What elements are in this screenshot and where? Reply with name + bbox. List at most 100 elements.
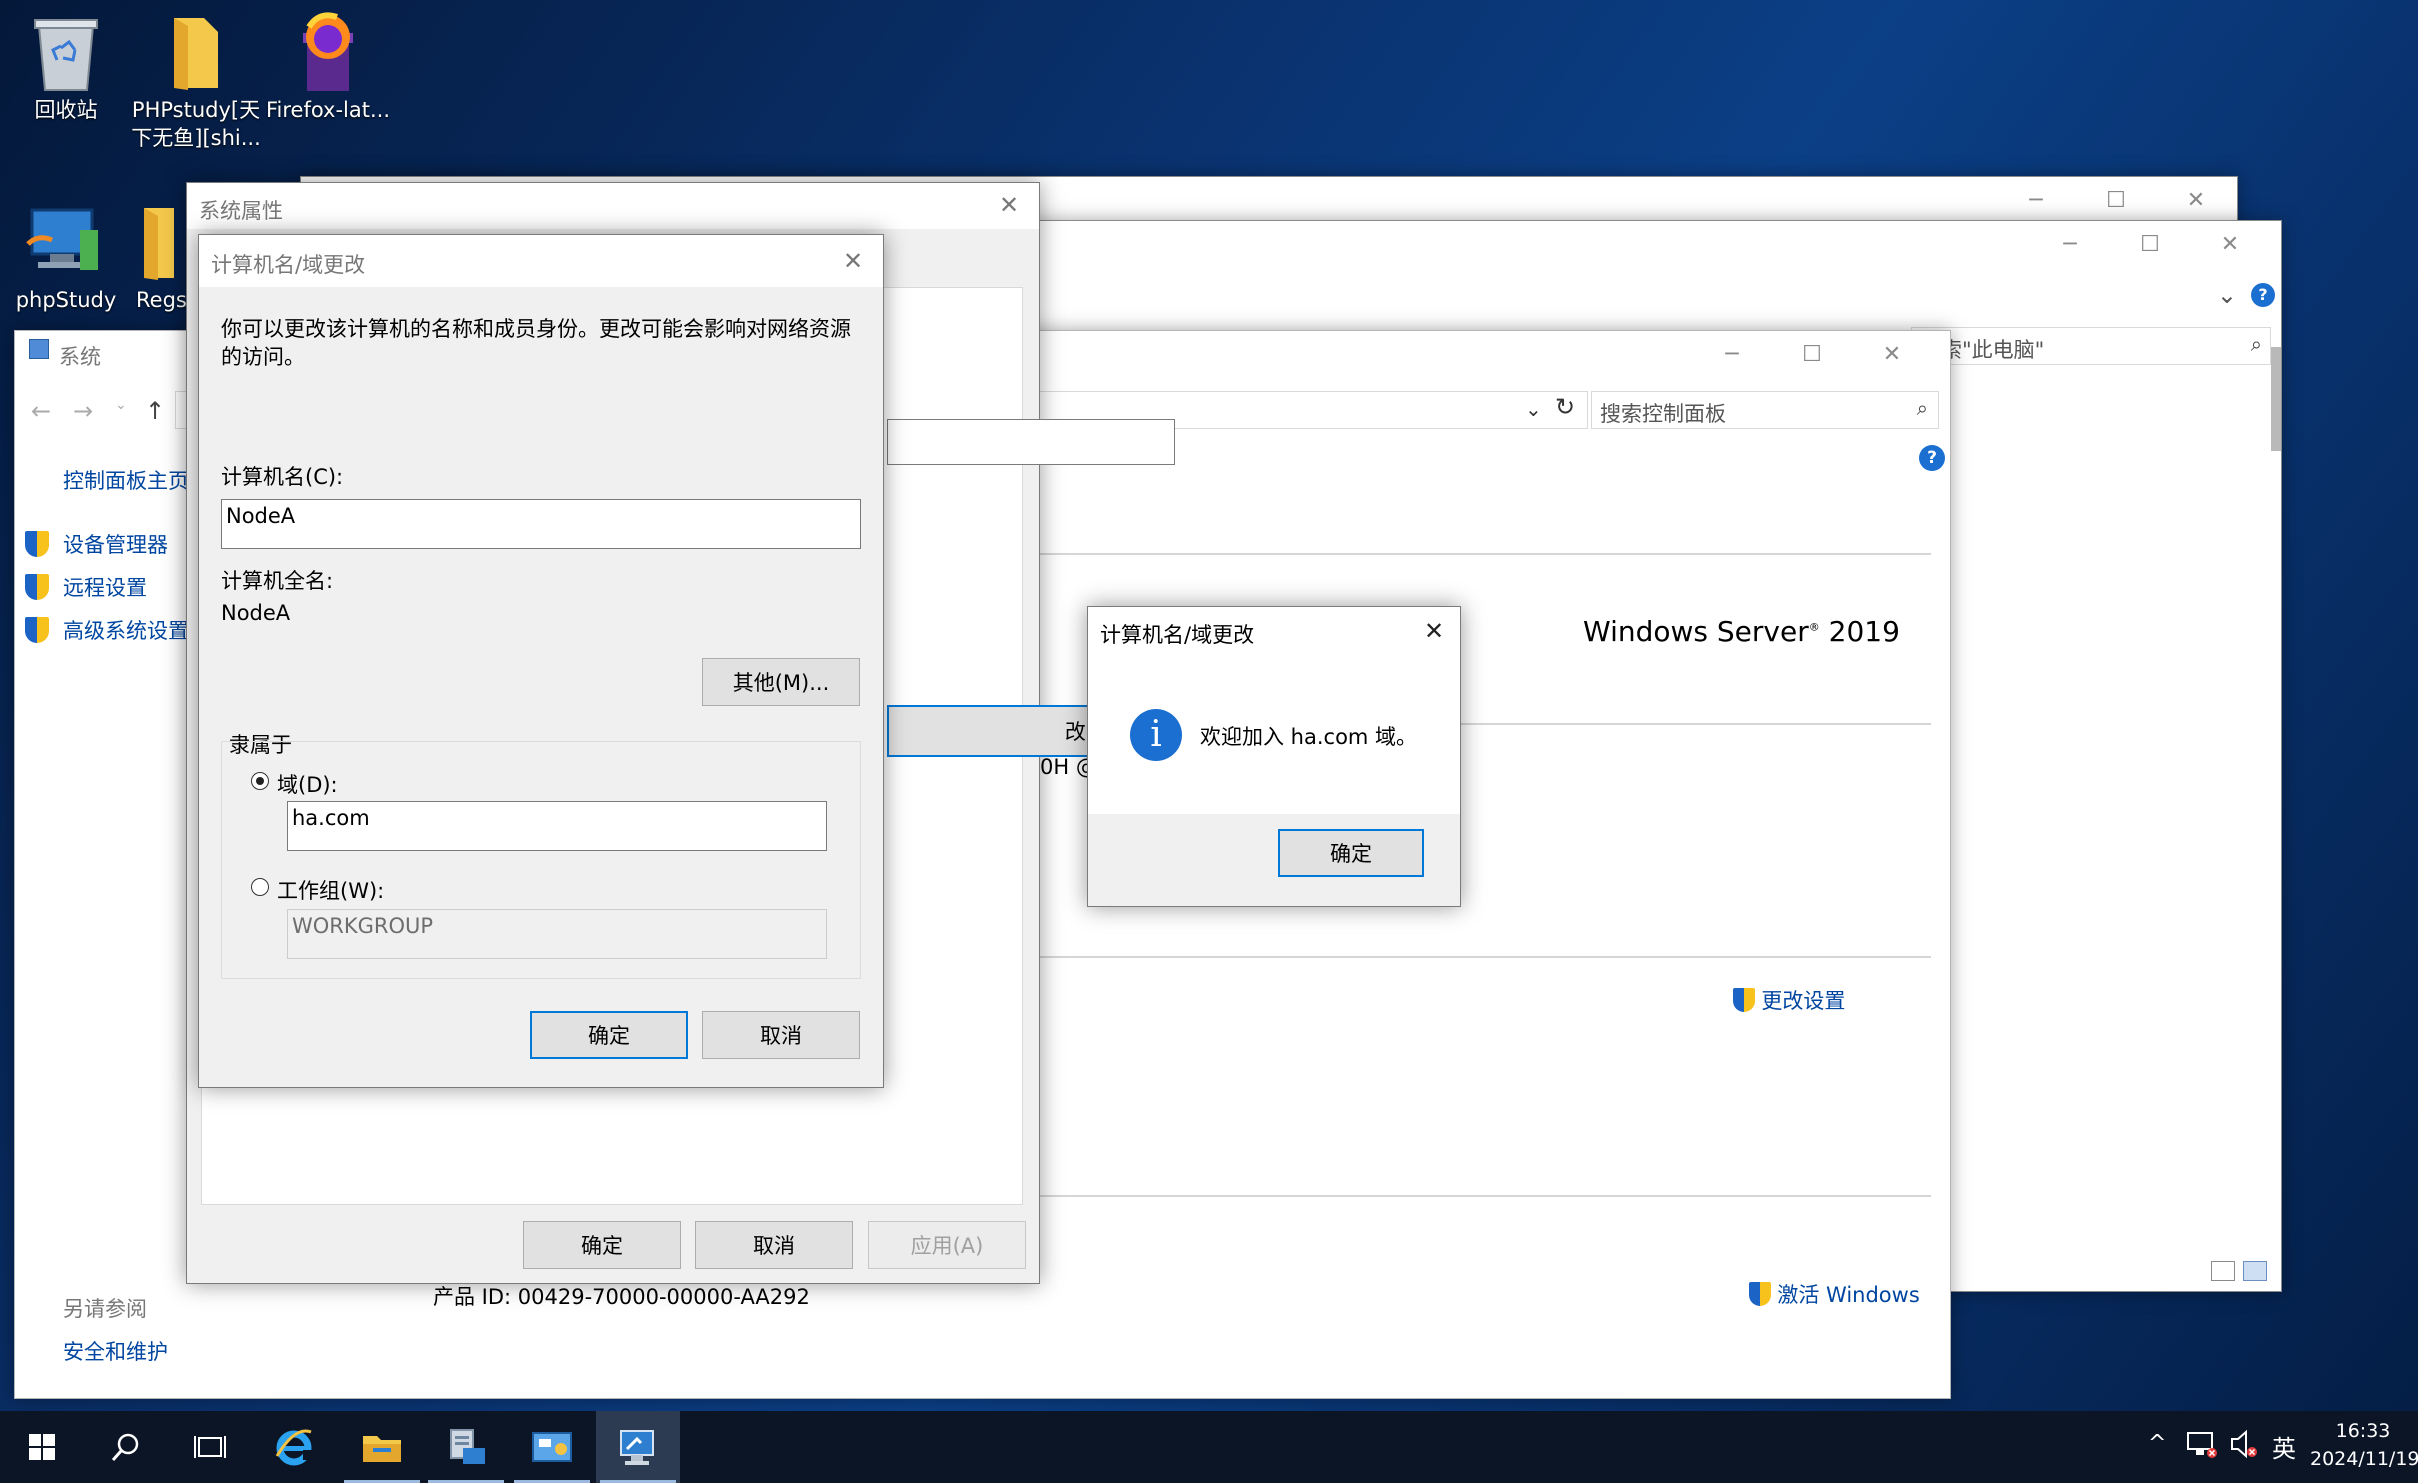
desktop-icon-phpstudy-folder[interactable]: PHPstudy[天 下无鱼][shi... [126, 8, 266, 152]
back-button[interactable]: ← [31, 397, 51, 425]
domain-radio-option[interactable]: 域(D): [251, 769, 451, 797]
control-panel-search[interactable]: 搜索控制面板 ⌕ [1591, 391, 1939, 429]
change-settings-link[interactable]: 更改设置 [1733, 985, 1845, 1015]
sidebar-item-remote-settings[interactable]: 远程设置 [25, 572, 205, 602]
dialog-title: 计算机名/域更改 [1100, 623, 1255, 647]
taskbar-file-explorer[interactable] [340, 1411, 424, 1483]
workgroup-radio[interactable] [251, 878, 269, 896]
show-hidden-icons-button[interactable]: ^ [2148, 1431, 2166, 1456]
welcome-message-box[interactable]: 计算机名/域更改 ✕ i 欢迎加入 ha.com 域。 确定 [1087, 606, 1461, 907]
maximize-button[interactable]: ☐ [2081, 177, 2151, 223]
divider [1035, 1195, 1931, 1197]
desktop-icon-label: 回收站 [34, 98, 98, 122]
scroll-thumb[interactable] [2271, 347, 2281, 451]
recycle-bin-icon [0, 8, 136, 96]
close-button[interactable]: ✕ [2195, 221, 2265, 267]
dialog-description: 你可以更改该计算机的名称和成员身份。更改可能会影响对网络资源的访问。 [221, 317, 851, 369]
task-view-button[interactable] [168, 1411, 252, 1483]
sidebar-item-advanced-settings[interactable]: 高级系统设置 [25, 615, 205, 645]
clock-date: 2024/11/19 [2310, 1448, 2418, 1470]
maximize-button[interactable]: ☐ [2115, 221, 2185, 267]
recent-dropdown[interactable]: ⌄ [115, 397, 127, 413]
cancel-button[interactable]: 取消 [702, 1011, 860, 1059]
taskbar-system-properties[interactable] [596, 1411, 680, 1483]
desktop-icon-firefox[interactable]: Firefox-lat... [258, 8, 398, 124]
control-panel-icon [29, 339, 49, 359]
desktop-icon-recycle-bin[interactable]: 回收站 [0, 8, 136, 124]
maximize-button[interactable]: ☐ [1777, 331, 1847, 377]
window-title: 系统 [59, 345, 101, 369]
dialog-title: 系统属性 [199, 199, 283, 223]
activate-windows-link[interactable]: 激活 Windows [1749, 1279, 1920, 1309]
taskbar-ie[interactable] [252, 1411, 336, 1483]
info-icon: i [1130, 709, 1182, 761]
close-button[interactable]: ✕ [2161, 177, 2231, 223]
close-button[interactable]: ✕ [1414, 613, 1454, 649]
network-icon[interactable] [2186, 1429, 2218, 1459]
divider [1035, 956, 1931, 958]
forward-button[interactable]: → [73, 397, 93, 425]
full-name-value: NodeA [221, 601, 291, 625]
product-id: 产品 ID: 00429-70000-00000-AA292 [433, 1285, 810, 1309]
cancel-button[interactable]: 取消 [695, 1221, 853, 1269]
minimize-button[interactable]: ─ [2035, 221, 2105, 267]
minimize-button[interactable]: ─ [2001, 177, 2071, 223]
more-button[interactable]: 其他(M)... [702, 658, 860, 706]
computer-name-label: 计算机名(C): [221, 465, 344, 489]
domain-radio[interactable] [251, 772, 269, 790]
help-icon[interactable]: ? [1919, 445, 1945, 471]
help-icon[interactable]: ? [2251, 283, 2275, 307]
apply-button[interactable]: 应用(A) [868, 1221, 1026, 1269]
clock[interactable]: 16:33 2024/11/19 [2308, 1417, 2418, 1473]
chevron-down-icon[interactable]: ⌄ [2217, 281, 2237, 309]
welcome-message: 欢迎加入 ha.com 域。 [1200, 725, 1418, 749]
search-button[interactable] [84, 1411, 168, 1483]
desktop-icon-regs[interactable]: Regs [126, 198, 187, 314]
computer-name-input[interactable]: NodeA [221, 499, 861, 549]
refresh-icon[interactable]: ↻ [1555, 393, 1575, 421]
folder-icon [126, 8, 266, 96]
taskbar: ^ 英 16:33 2024/11/19 [0, 1411, 2418, 1483]
security-maintenance-link[interactable]: 安全和维护 [63, 1336, 168, 1366]
address-dropdown-icon[interactable]: ⌄ [1525, 397, 1542, 421]
minimize-button[interactable]: ─ [1697, 331, 1767, 377]
clock-time: 16:33 [2335, 1420, 2391, 1442]
ok-button[interactable]: 确定 [523, 1221, 681, 1269]
close-button[interactable]: ✕ [1857, 331, 1927, 377]
folder-icon [363, 1436, 401, 1462]
search-icon [111, 1433, 139, 1461]
full-name-label: 计算机全名: [221, 569, 334, 593]
shield-icon [1749, 1282, 1771, 1306]
search-placeholder: 搜索控制面板 [1600, 402, 1726, 426]
taskbar-server-manager[interactable] [424, 1411, 508, 1483]
workgroup-input[interactable]: WORKGROUP [287, 909, 827, 959]
shield-icon [25, 531, 49, 557]
dialog-titlebar: 计算机名/域更改 [199, 235, 883, 287]
sidebar-item-label: 设备管理器 [63, 533, 168, 557]
input-method-indicator[interactable]: 英 [2272, 1429, 2296, 1464]
desktop-icon-label: Regs [136, 288, 187, 312]
up-button[interactable]: ↑ [145, 397, 165, 425]
sidebar-item-device-manager[interactable]: 设备管理器 [25, 529, 205, 559]
ok-button[interactable]: 确定 [1278, 829, 1424, 877]
close-button[interactable]: ✕ [989, 187, 1029, 223]
close-button[interactable]: ✕ [833, 243, 873, 279]
computer-name-dialog[interactable]: 计算机名/域更改 ✕ 你可以更改该计算机的名称和成员身份。更改可能会影响对网络资… [198, 234, 884, 1088]
volume-icon[interactable] [2228, 1429, 2260, 1459]
shield-icon [25, 574, 49, 600]
task-view-icon [194, 1436, 226, 1458]
ok-button[interactable]: 确定 [530, 1011, 688, 1059]
control-panel-home-link[interactable]: 控制面板主页 [63, 465, 189, 495]
details-view-icon[interactable] [2211, 1261, 2235, 1281]
domain-input[interactable]: ha.com [287, 801, 827, 851]
firefox-icon [258, 8, 398, 96]
divider [1035, 553, 1931, 555]
tiles-view-icon[interactable] [2243, 1261, 2267, 1281]
taskbar-control-panel[interactable] [510, 1411, 594, 1483]
windows-logo-icon [29, 1434, 55, 1460]
computer-description-field[interactable] [887, 419, 1175, 465]
explorer-search-box[interactable]: 搜索"此电脑" ⌕ [1911, 327, 2271, 365]
desktop-icon-phpstudy[interactable]: phpStudy [0, 198, 136, 314]
start-button[interactable] [0, 1411, 84, 1483]
workgroup-radio-option[interactable]: 工作组(W): [251, 875, 451, 903]
